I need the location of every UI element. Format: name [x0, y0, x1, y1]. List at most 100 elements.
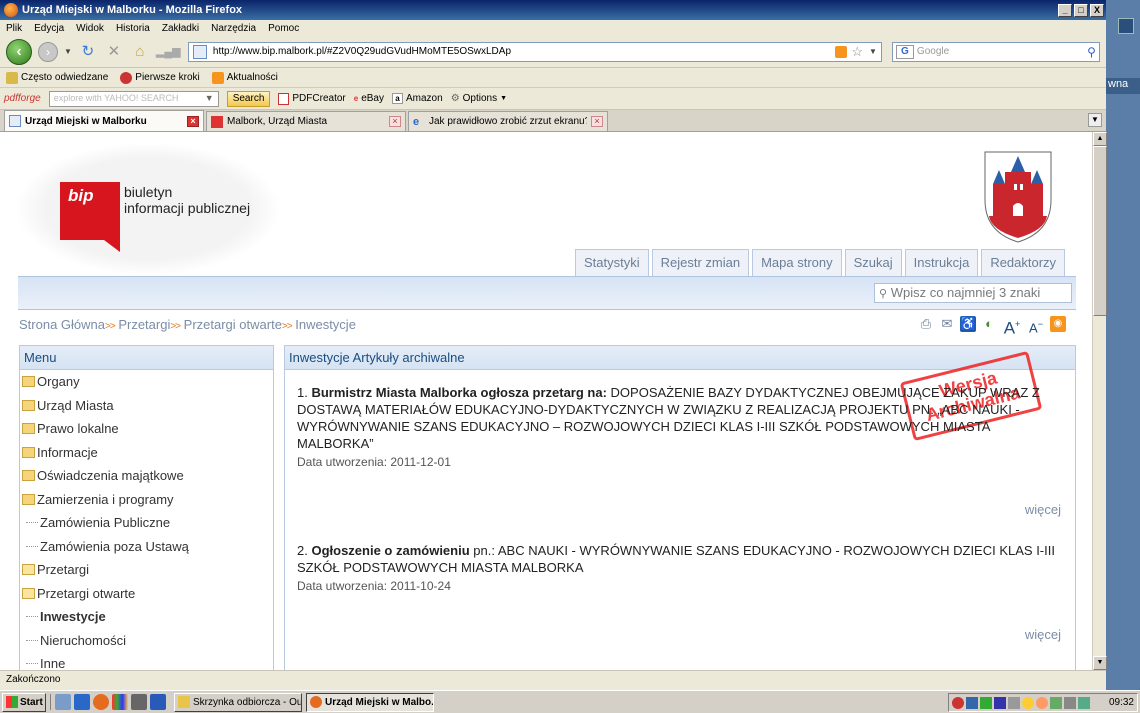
chevron-down-icon[interactable]: ▼: [205, 93, 214, 105]
breadcrumb-przetargi[interactable]: Przetargi: [118, 317, 170, 332]
tab-list-dropdown[interactable]: ▼: [1088, 113, 1102, 127]
pdfforge-logo[interactable]: pdfforge: [4, 93, 41, 104]
font-increase-icon[interactable]: A+: [1002, 316, 1022, 337]
start-button[interactable]: Start: [2, 692, 46, 712]
clock[interactable]: 09:32: [1109, 697, 1134, 708]
nav-rejestr-zmian[interactable]: Rejestr zmian: [651, 249, 750, 276]
menu-item[interactable]: Zamówienia Publiczne: [20, 511, 273, 535]
menu-item[interactable]: Urząd Miasta: [20, 394, 273, 418]
menu-history[interactable]: Historia: [116, 23, 150, 34]
tray-icon[interactable]: [966, 696, 978, 709]
nav-mapa-strony[interactable]: Mapa strony: [752, 249, 842, 276]
tab-malbork-urzad[interactable]: Malbork, Urząd Miasta ×: [206, 111, 406, 131]
url-dropdown-icon[interactable]: ▼: [869, 47, 877, 56]
maximize-button[interactable]: □: [1074, 3, 1088, 17]
search-placeholder[interactable]: Google: [917, 46, 1087, 57]
triangle-app-icon[interactable]: [131, 694, 147, 710]
nav-szukaj[interactable]: Szukaj: [844, 249, 902, 276]
menu-edit[interactable]: Edycja: [34, 23, 64, 34]
tray-icon[interactable]: [1022, 696, 1034, 709]
menu-item[interactable]: Zamówienia poza Ustawą: [20, 535, 273, 559]
bookmark-star-icon[interactable]: ☆: [851, 44, 863, 60]
close-tab-icon[interactable]: ×: [389, 116, 401, 127]
ie-icon[interactable]: [74, 694, 90, 710]
address-bar[interactable]: http://www.bip.malbork.pl/#Z2V0Q29udGVud…: [187, 41, 882, 62]
menu-help[interactable]: Pomoc: [268, 23, 299, 34]
contrast-icon[interactable]: ◐: [981, 316, 997, 332]
minimize-button[interactable]: _: [1058, 3, 1072, 17]
close-tab-icon[interactable]: ×: [187, 115, 199, 127]
reload-icon[interactable]: ↻: [78, 42, 98, 62]
rss-icon[interactable]: ◉: [1050, 316, 1066, 332]
menu-item[interactable]: Zamierzenia i programy: [20, 488, 273, 512]
vertical-scrollbar[interactable]: ▲ ▼: [1092, 132, 1107, 670]
desktop-icon[interactable]: [55, 694, 71, 710]
network-icon[interactable]: [1078, 696, 1090, 709]
close-button[interactable]: X: [1090, 3, 1104, 17]
word-icon[interactable]: [150, 694, 166, 710]
menu-bookmarks[interactable]: Zakładki: [162, 23, 199, 34]
rss-icon[interactable]: [835, 45, 848, 58]
amazon-button[interactable]: a Amazon: [392, 93, 443, 104]
menu-item[interactable]: Przetargi: [20, 558, 273, 582]
breadcrumb-inwestycje[interactable]: Inwestycje: [295, 317, 356, 332]
menu-item[interactable]: Nieruchomości: [20, 629, 273, 653]
back-button[interactable]: ‹: [6, 38, 32, 65]
close-tab-icon[interactable]: ×: [591, 116, 603, 127]
bookmark-most-visited[interactable]: Często odwiedzane: [6, 71, 108, 84]
article-title-bold[interactable]: Burmistrz Miasta Malborka ogłosza przeta…: [311, 385, 606, 400]
tray-icon[interactable]: [980, 696, 992, 709]
scroll-down-icon[interactable]: ▼: [1093, 656, 1107, 670]
font-decrease-icon[interactable]: A−: [1027, 316, 1045, 335]
nav-instrukcja[interactable]: Instrukcja: [904, 249, 979, 276]
breadcrumb-home[interactable]: Strona Główna: [19, 317, 105, 332]
menu-view[interactable]: Widok: [76, 23, 104, 34]
scroll-thumb[interactable]: [1093, 146, 1107, 316]
home-icon[interactable]: ⌂: [130, 42, 150, 62]
yahoo-search-input[interactable]: explore with YAHOO! SEARCH ▼: [48, 90, 219, 107]
nav-redaktorzy[interactable]: Redaktorzy: [981, 249, 1066, 276]
print-icon[interactable]: ⎙: [918, 316, 934, 332]
more-link[interactable]: więcej: [1025, 502, 1061, 517]
volume-icon[interactable]: [1064, 696, 1076, 709]
bookmark-getting-started[interactable]: Pierwsze kroki: [120, 71, 200, 84]
tab-urzad-miejski[interactable]: Urząd Miejski w Malborku ×: [4, 110, 204, 131]
menu-tools[interactable]: Narzędzia: [211, 23, 256, 34]
email-icon[interactable]: ✉: [939, 316, 955, 332]
pdfcreator-button[interactable]: PDFCreator: [278, 92, 346, 105]
url-text[interactable]: http://www.bip.malbork.pl/#Z2V0Q29udGVud…: [213, 46, 835, 57]
more-link[interactable]: więcej: [1025, 627, 1061, 642]
menu-item[interactable]: Prawo lokalne: [20, 417, 273, 441]
forward-button[interactable]: ›: [38, 41, 58, 62]
tray-icon[interactable]: [952, 696, 964, 709]
scroll-up-icon[interactable]: ▲: [1093, 132, 1107, 146]
accessibility-icon[interactable]: ♿: [960, 316, 976, 332]
google-icon[interactable]: G: [895, 44, 914, 59]
tray-icon[interactable]: [1050, 696, 1062, 709]
desktop-window-label[interactable]: wna: [1106, 78, 1140, 94]
tab-zrzut-ekranu[interactable]: e Jak prawidłowo zrobić zrzut ekranu? ×: [408, 111, 608, 131]
search-icon[interactable]: ⚲: [1087, 45, 1096, 59]
language-icon[interactable]: [994, 696, 1006, 709]
stop-icon[interactable]: ✕: [104, 42, 124, 62]
taskbar-outlook[interactable]: Skrzynka odbiorcza - Outl...: [174, 692, 302, 712]
bip-logo[interactable]: bip: [60, 182, 120, 252]
bookmark-news[interactable]: Aktualności: [211, 71, 278, 84]
site-search-input[interactable]: ⚲ Wpisz co najmniej 3 znaki: [874, 283, 1072, 303]
tray-icon[interactable]: [1036, 696, 1048, 709]
windows-media-icon[interactable]: [112, 694, 128, 710]
menu-item[interactable]: Inwestycje: [20, 605, 273, 629]
ebay-button[interactable]: e eBay: [354, 93, 384, 104]
breadcrumb-przetargi-otwarte[interactable]: Przetargi otwarte: [184, 317, 282, 332]
search-engine-box[interactable]: G Google ⚲: [891, 41, 1100, 62]
taskbar-firefox[interactable]: Urząd Miejski w Malbo...: [306, 692, 434, 712]
article-title-bold[interactable]: Ogłoszenie o zamówieniu: [311, 543, 469, 558]
menu-item[interactable]: Inne: [20, 652, 273, 670]
firefox-icon[interactable]: [93, 694, 109, 710]
menu-item[interactable]: Organy: [20, 370, 273, 394]
options-button[interactable]: ⚙ Options ▼: [451, 93, 507, 104]
history-dropdown-icon[interactable]: ▼: [64, 47, 72, 56]
menu-item[interactable]: Oświadczenia majątkowe: [20, 464, 273, 488]
menu-item[interactable]: Informacje: [20, 441, 273, 465]
menu-file[interactable]: Plik: [6, 23, 22, 34]
